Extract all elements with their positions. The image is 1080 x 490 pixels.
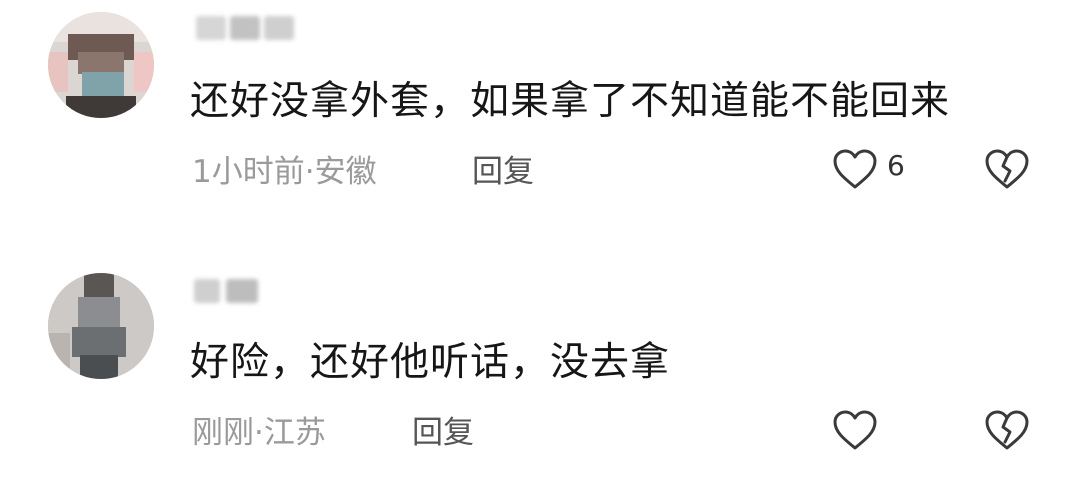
like-button[interactable] xyxy=(832,148,878,190)
like-button[interactable] xyxy=(832,409,878,451)
dislike-button[interactable] xyxy=(984,409,1030,451)
like-count: 6 xyxy=(887,149,905,182)
comment-meta: 1小时前·安徽 xyxy=(192,154,377,190)
username[interactable] xyxy=(192,273,312,307)
dislike-button[interactable] xyxy=(984,148,1030,190)
reply-button[interactable]: 回复 xyxy=(412,407,474,452)
comment-meta: 刚刚·江苏 xyxy=(192,415,326,451)
avatar[interactable] xyxy=(48,273,154,379)
avatar[interactable] xyxy=(48,12,154,118)
comment-text: 还好没拿外套，如果拿了不知道能不能回来 xyxy=(190,79,951,124)
reply-button[interactable]: 回复 xyxy=(472,146,534,191)
comment-item: 还好没拿外套，如果拿了不知道能不能回来 1小时前·安徽 回复 6 xyxy=(0,0,1080,245)
comment-text: 好险，还好他听话，没去拿 xyxy=(190,340,671,385)
heart-outline-icon xyxy=(832,148,878,190)
username[interactable] xyxy=(192,10,312,44)
heart-outline-icon xyxy=(832,409,878,451)
broken-heart-outline-icon xyxy=(984,148,1030,190)
broken-heart-outline-icon xyxy=(984,409,1030,451)
comment-item: 好险，还好他听话，没去拿 刚刚·江苏 回复 xyxy=(0,245,1080,490)
